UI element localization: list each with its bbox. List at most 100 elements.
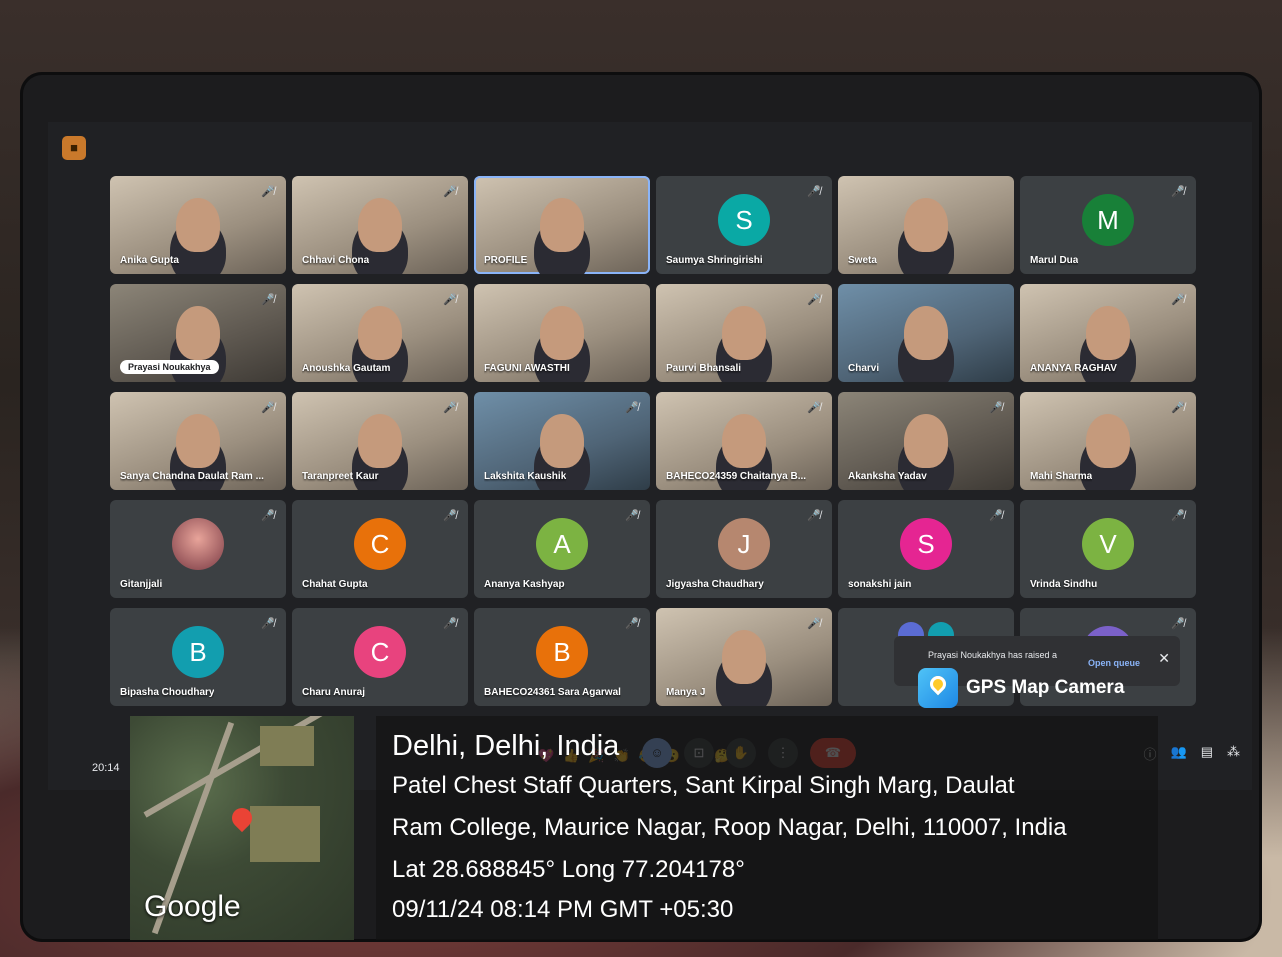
participant-tile[interactable]: 🎤̸ Lakshita Kaushik — [474, 392, 650, 490]
open-queue-button[interactable]: Open queue — [1088, 658, 1140, 668]
mic-off-icon: 🎤̸ — [1171, 186, 1185, 198]
coordinates: Lat 28.688845° Long 77.204178° — [392, 856, 745, 883]
mic-off-icon: 🎤̸ — [261, 402, 275, 414]
notification-text: Prayasi Noukakhya has raised a — [928, 650, 1058, 660]
mic-off-icon: 🎤̸ — [807, 186, 821, 198]
participant-tile[interactable]: S 🎤̸ sonakshi jain — [838, 500, 1014, 598]
participant-tile[interactable]: 🎤̸ Chhavi Chona — [292, 176, 468, 274]
participant-name: Anika Gupta — [120, 255, 179, 266]
participant-name: BAHECO24361 Sara Agarwal — [484, 687, 621, 698]
participant-name: sonakshi jain — [848, 579, 912, 590]
participant-tile[interactable]: 🎤̸ Anoushka Gautam — [292, 284, 468, 382]
participant-tile[interactable]: B 🎤̸ Bipasha Choudhary — [110, 608, 286, 706]
participant-tile[interactable]: 🎤̸ Sanya Chandna Daulat Ram ... — [110, 392, 286, 490]
mic-off-icon: 🎤̸ — [625, 402, 639, 414]
participant-tile[interactable]: 🎤̸ Gitanjjali — [110, 500, 286, 598]
raised-hand-badge: Prayasi Noukakhya — [120, 360, 219, 374]
mic-off-icon: 🎤̸ — [807, 294, 821, 306]
participant-video — [176, 414, 220, 468]
participant-name: Chhavi Chona — [302, 255, 370, 266]
participant-tile[interactable]: V 🎤̸ Vrinda Sindhu — [1020, 500, 1196, 598]
participant-name: Bipasha Choudhary — [120, 687, 215, 698]
participant-tile[interactable]: 🎤̸ Mahi Sharma — [1020, 392, 1196, 490]
participant-name: ANANYA RAGHAV — [1030, 363, 1117, 374]
gps-app-title: GPS Map Camera — [918, 668, 1124, 708]
participant-video — [358, 414, 402, 468]
participant-video — [722, 414, 766, 468]
mic-off-icon: 🎤̸ — [625, 618, 639, 630]
mic-off-icon: 🎤̸ — [261, 294, 275, 306]
participant-tile[interactable]: 🎤̸ Paurvi Bhansali — [656, 284, 832, 382]
participant-video — [904, 198, 948, 252]
avatar: C — [354, 626, 406, 678]
mic-off-icon: 🎤̸ — [807, 402, 821, 414]
recording-icon[interactable]: ■ — [62, 136, 86, 160]
mic-off-icon: 🎤̸ — [443, 510, 457, 522]
participant-tile[interactable]: FAGUNI AWASTHI — [474, 284, 650, 382]
map-brand: Google — [144, 890, 241, 923]
participant-name: Akanksha Yadav — [848, 471, 927, 482]
participant-name: Ananya Kashyap — [484, 579, 565, 590]
participant-tile[interactable]: 🎤̸ ANANYA RAGHAV — [1020, 284, 1196, 382]
location-map: Google — [130, 716, 354, 940]
avatar: C — [354, 518, 406, 570]
mic-off-icon: 🎤̸ — [989, 510, 1003, 522]
participant-tile[interactable]: Charvi — [838, 284, 1014, 382]
address-line-2: Ram College, Maurice Nagar, Roop Nagar, … — [392, 814, 1067, 841]
participant-tile[interactable]: J 🎤̸ Jigyasha Chaudhary — [656, 500, 832, 598]
participant-grid: 🎤̸ Anika Gupta 🎤̸ Chhavi Chona PROFILE S 🎤̸ Sau… — [110, 176, 1196, 706]
close-icon[interactable]: ✕ — [1158, 650, 1170, 667]
mic-off-icon: 🎤̸ — [443, 294, 457, 306]
participant-tile[interactable]: C 🎤̸ Charu Anuraj — [292, 608, 468, 706]
participant-video — [358, 306, 402, 360]
participant-name: Vrinda Sindhu — [1030, 579, 1098, 590]
participant-name: Manya J — [666, 687, 706, 698]
chat-icon[interactable]: ▤ — [1201, 744, 1213, 763]
mic-off-icon: 🎤̸ — [1171, 402, 1185, 414]
mic-off-icon: 🎤̸ — [1171, 294, 1185, 306]
avatar: J — [718, 518, 770, 570]
participant-tile[interactable]: Sweta — [838, 176, 1014, 274]
location-info-panel: Delhi, Delhi, India Patel Chest Staff Qu… — [376, 716, 1158, 940]
mic-off-icon: 🎤̸ — [807, 510, 821, 522]
participant-tile[interactable]: 🎤̸ Anika Gupta — [110, 176, 286, 274]
avatar-photo — [172, 518, 224, 570]
participant-video — [904, 414, 948, 468]
avatar: B — [536, 626, 588, 678]
participant-tile[interactable]: C 🎤̸ Chahat Gupta — [292, 500, 468, 598]
participant-name: Sanya Chandna Daulat Ram ... — [120, 471, 264, 482]
avatar: A — [536, 518, 588, 570]
participant-name: Taranpreet Kaur — [302, 471, 379, 482]
participant-tile[interactable]: PROFILE — [474, 176, 650, 274]
participant-name: Lakshita Kaushik — [484, 471, 567, 482]
participant-tile[interactable]: S 🎤̸ Saumya Shringirishi — [656, 176, 832, 274]
participant-tile[interactable]: 🎤̸ BAHECO24359 Chaitanya B... — [656, 392, 832, 490]
mic-off-icon: 🎤̸ — [261, 510, 275, 522]
participant-tile[interactable]: 🎤̸ Taranpreet Kaur — [292, 392, 468, 490]
participant-video — [358, 198, 402, 252]
participant-tile[interactable]: A 🎤̸ Ananya Kashyap — [474, 500, 650, 598]
gps-app-name: GPS Map Camera — [966, 677, 1125, 698]
avatar: V — [1082, 518, 1134, 570]
participant-name: Mahi Sharma — [1030, 471, 1093, 482]
participant-name: Gitanjjali — [120, 579, 163, 590]
participant-name: Paurvi Bhansali — [666, 363, 742, 374]
participant-video — [904, 306, 948, 360]
participant-tile[interactable]: M 🎤̸ Marul Dua — [1020, 176, 1196, 274]
participant-tile[interactable]: B 🎤̸ BAHECO24361 Sara Agarwal — [474, 608, 650, 706]
participant-video — [1086, 414, 1130, 468]
gps-logo-icon — [918, 668, 958, 708]
participant-name: Saumya Shringirishi — [666, 255, 763, 266]
mic-off-icon: 🎤̸ — [807, 618, 821, 630]
participant-tile[interactable]: 🎤̸ Manya J — [656, 608, 832, 706]
mic-off-icon: 🎤̸ — [1171, 510, 1185, 522]
people-icon[interactable]: 👥 — [1171, 744, 1187, 763]
activities-icon[interactable]: ⁂ — [1227, 744, 1240, 763]
participant-tile[interactable]: 🎤̸ Prayasi Noukakhya — [110, 284, 286, 382]
participant-name: BAHECO24359 Chaitanya B... — [666, 471, 807, 482]
participant-name: Sweta — [848, 255, 877, 266]
participant-video — [722, 306, 766, 360]
participant-name: Anoushka Gautam — [302, 363, 391, 374]
participant-tile[interactable]: 🎤̸ Akanksha Yadav — [838, 392, 1014, 490]
participant-video — [722, 630, 766, 684]
